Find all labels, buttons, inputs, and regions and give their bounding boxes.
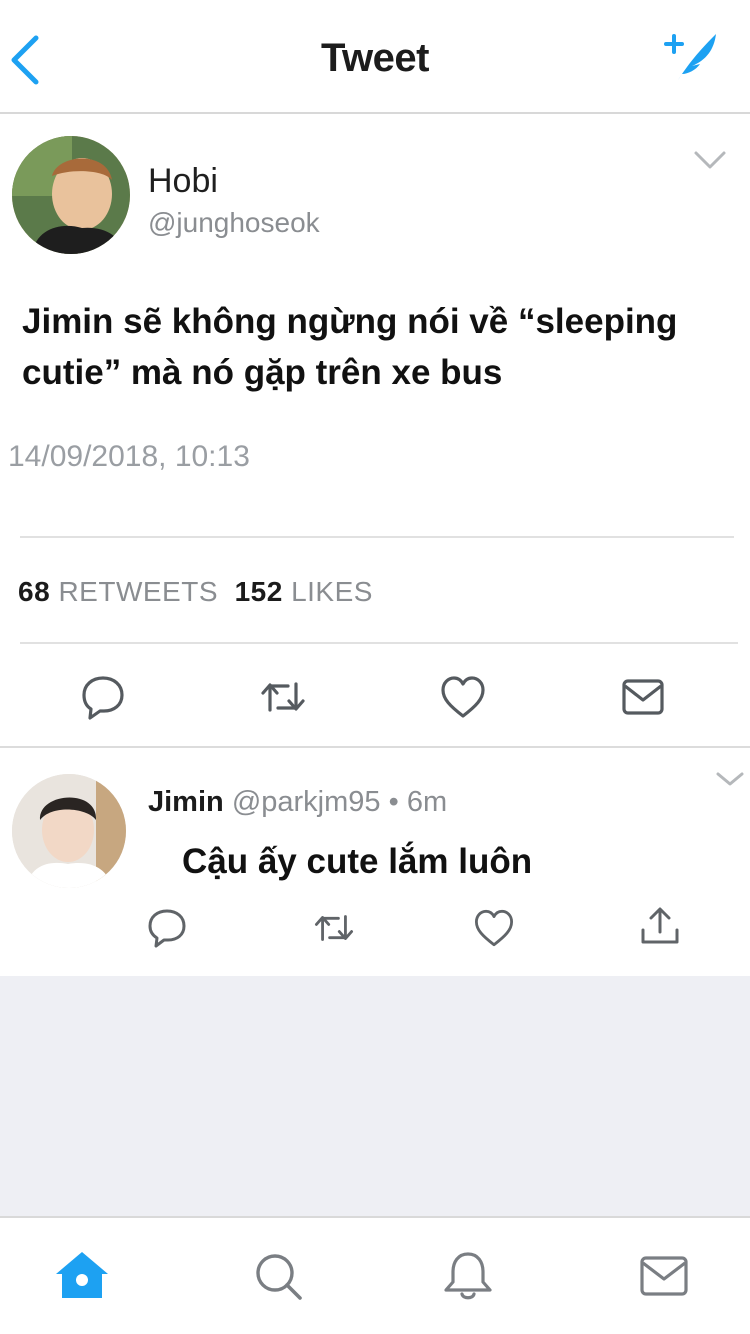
reply-reply-button[interactable] <box>145 906 189 950</box>
reply-retweet-button[interactable] <box>312 906 356 950</box>
reply-age: 6m <box>406 786 448 818</box>
likes-stat[interactable]: 152 LIKES <box>235 576 373 607</box>
avatar[interactable] <box>12 774 126 888</box>
empty-background <box>0 976 750 1216</box>
author-name[interactable]: Hobi <box>148 162 218 201</box>
compose-tweet-icon <box>664 34 716 80</box>
share-icon <box>641 907 679 944</box>
tweet-options-button[interactable] <box>690 145 730 175</box>
reply-header: Jimin @parkjm95 • 6m <box>148 786 447 819</box>
direct-message-button[interactable] <box>618 672 668 722</box>
reply-author-name[interactable]: Jimin <box>148 786 224 818</box>
chevron-down-icon <box>694 151 726 169</box>
section-divider <box>0 746 750 748</box>
avatar[interactable] <box>12 136 130 254</box>
likes-count: 152 <box>234 576 283 607</box>
tweet-text: Jimin sẽ không ngừng nói về “sleeping cu… <box>22 302 678 392</box>
envelope-icon <box>622 679 664 715</box>
reply-author-handle[interactable]: @parkjm95 <box>232 786 381 818</box>
reply-icon <box>82 676 124 720</box>
avatar-photo <box>12 774 126 888</box>
envelope-icon <box>640 1256 688 1296</box>
retweet-icon <box>261 682 305 712</box>
retweets-label: RETWEETS <box>58 576 218 607</box>
search-icon <box>256 1254 302 1300</box>
reply-icon <box>148 909 186 948</box>
tweet-timestamp: 14/09/2018, 10:13 <box>8 440 250 473</box>
retweets-stat[interactable]: 68 RETWEETS <box>18 576 218 607</box>
header-divider <box>0 112 750 114</box>
likes-label: LIKES <box>291 576 373 607</box>
bell-icon <box>444 1252 492 1300</box>
separator-dot: • <box>388 786 399 818</box>
tab-home[interactable] <box>52 1246 112 1306</box>
tab-search[interactable] <box>248 1246 308 1306</box>
divider <box>20 642 738 644</box>
heart-icon <box>441 676 485 718</box>
compose-tweet-button[interactable] <box>656 26 726 86</box>
reply-text: Cậu ấy cute lắm luôn <box>182 842 533 881</box>
reply-like-button[interactable] <box>472 906 516 950</box>
author-handle[interactable]: @junghoseok <box>148 207 320 239</box>
retweet-icon <box>314 915 354 941</box>
share-button[interactable] <box>638 904 682 948</box>
like-button[interactable] <box>438 672 488 722</box>
tab-notifications[interactable] <box>438 1246 498 1306</box>
divider <box>20 536 734 538</box>
retweets-count: 68 <box>18 576 51 607</box>
tab-messages[interactable] <box>634 1246 694 1306</box>
avatar-photo <box>12 136 130 254</box>
tweet-stats: 68 RETWEETS 152 LIKES <box>18 576 373 608</box>
home-icon <box>56 1252 108 1298</box>
chevron-down-icon <box>716 772 744 786</box>
reply-button[interactable] <box>78 672 128 722</box>
page-title: Tweet <box>321 36 429 80</box>
heart-icon <box>474 909 514 947</box>
retweet-button[interactable] <box>258 672 308 722</box>
reply-options-button[interactable] <box>714 768 746 790</box>
